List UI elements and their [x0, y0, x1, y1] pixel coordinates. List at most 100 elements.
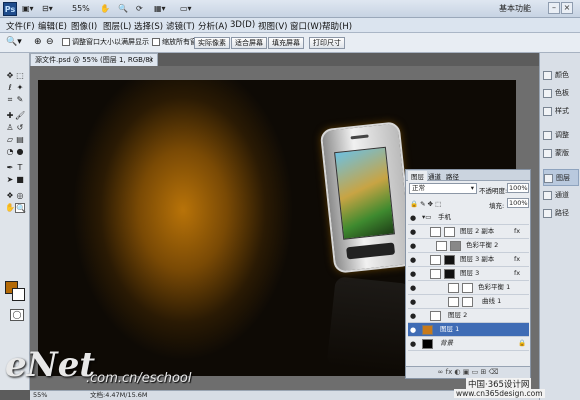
screen-mode-icon[interactable]: ▭▾	[180, 3, 192, 15]
eyedropper-icon[interactable]: ✎	[15, 95, 25, 105]
move-tool-icon[interactable]: ✥	[5, 71, 15, 81]
eye-icon[interactable]: ●	[410, 284, 418, 292]
fit-screen-button[interactable]: 适合屏幕	[231, 37, 267, 49]
tab-close-icon[interactable]: ×	[148, 54, 154, 66]
brush-tool-icon[interactable]: 🖌	[15, 111, 25, 121]
dock-color[interactable]: 颜色	[543, 67, 579, 84]
workspace-switcher[interactable]: 基本功能	[499, 3, 547, 15]
layer-row[interactable]: ● 图层 2	[408, 309, 529, 323]
menu-3d[interactable]: 3D(D)	[230, 20, 255, 30]
dock-paths[interactable]: 路径	[543, 205, 579, 222]
crop-tool-icon[interactable]: ⌗	[5, 95, 15, 105]
bridge-icon[interactable]: ▣▾	[22, 3, 34, 15]
minimize-button[interactable]: –	[548, 2, 560, 14]
zoom-tool-icon[interactable]: 🔍	[118, 3, 128, 15]
magic-wand-icon[interactable]: ✦	[15, 83, 25, 93]
hand-tool-icon[interactable]: ✋	[100, 3, 110, 15]
blend-mode-select[interactable]: 正常 ▾	[409, 183, 477, 194]
eye-icon[interactable]: ●	[410, 270, 418, 278]
eye-icon[interactable]: ●	[410, 326, 418, 334]
layer-row[interactable]: ● 图层 3 副本 fx	[408, 253, 529, 267]
eye-icon[interactable]: ●	[410, 312, 418, 320]
menu-analysis[interactable]: 分析(A)	[198, 20, 227, 32]
zoom-in-icon[interactable]: ⊕	[34, 37, 42, 48]
status-zoom[interactable]: 55%	[33, 391, 47, 400]
zoom-all-checkbox[interactable]	[152, 38, 160, 46]
history-brush-icon[interactable]: ↺	[15, 123, 25, 133]
dock-layers[interactable]: 图层	[543, 169, 579, 186]
layer-row[interactable]: ● 背景 🔒	[408, 337, 529, 351]
layer-row-selected[interactable]: ● 图层 1	[408, 323, 529, 337]
menu-edit[interactable]: 编辑(E)	[38, 20, 67, 32]
lock-icons[interactable]: 🔒 ✎ ✥ ⬚	[410, 200, 441, 208]
layer-mask-thumbnail	[444, 255, 455, 265]
quick-mask-icon[interactable]: ◯	[10, 309, 24, 321]
healing-brush-icon[interactable]: ✚	[5, 111, 15, 121]
background-color-swatch[interactable]	[12, 288, 25, 301]
layer-row[interactable]: ● 曲线 1	[408, 295, 529, 309]
menu-file[interactable]: 文件(F)	[6, 20, 35, 32]
zoom-level-display[interactable]: 55%	[72, 3, 90, 15]
paths-panel-icon	[543, 208, 552, 218]
lasso-tool-icon[interactable]: ℓ	[5, 83, 15, 93]
menu-layer[interactable]: 图层(L)	[103, 20, 131, 32]
layer-row[interactable]: ● 图层 2 副本 fx	[408, 225, 529, 239]
eye-icon[interactable]: ●	[410, 340, 418, 348]
phone-earpiece	[350, 134, 369, 140]
print-size-button[interactable]: 打印尺寸	[309, 37, 345, 49]
menu-select[interactable]: 选择(S)	[134, 20, 163, 32]
hand-tool-icon[interactable]: ✋	[5, 203, 15, 213]
layer-name: 图层 2	[448, 311, 468, 319]
dock-styles[interactable]: 样式	[543, 103, 579, 120]
zoom-tool-preset-icon[interactable]: 🔍▾	[6, 37, 22, 48]
fill-screen-button[interactable]: 填充屏幕	[268, 37, 304, 49]
opacity-input[interactable]: 100%	[507, 183, 529, 193]
menu-filter[interactable]: 滤镜(T)	[166, 20, 195, 32]
menu-image[interactable]: 图像(I)	[71, 20, 97, 32]
gradient-tool-icon[interactable]: ▤	[15, 135, 25, 145]
resize-windows-checkbox[interactable]	[62, 38, 70, 46]
shape-tool-icon[interactable]: ■	[15, 175, 25, 185]
arrange-documents-icon[interactable]: ▦▾	[154, 3, 166, 15]
fill-input[interactable]: 100%	[507, 198, 529, 208]
marquee-tool-icon[interactable]: ⬚	[15, 71, 25, 81]
close-button[interactable]: ×	[561, 2, 573, 14]
zoom-out-icon[interactable]: ⊖	[46, 37, 54, 48]
clone-stamp-icon[interactable]: ♙	[5, 123, 15, 133]
tab-paths[interactable]: 路径	[446, 171, 459, 181]
layers-footer-icons[interactable]: ∞ fx ◐ ▣ ▭ ⊞ ⌫	[406, 366, 530, 378]
dock-masks[interactable]: 蒙版	[543, 145, 579, 162]
3d-camera-icon[interactable]: ◎	[15, 191, 25, 201]
eye-icon[interactable]: ●	[410, 214, 418, 222]
layer-row[interactable]: ● 色彩平衡 1	[408, 281, 529, 295]
actual-pixels-button[interactable]: 实际像素	[194, 37, 230, 49]
layer-row[interactable]: ● 图层 3 fx	[408, 267, 529, 281]
pen-tool-icon[interactable]: ✒	[5, 163, 15, 173]
dock-swatches[interactable]: 色板	[543, 85, 579, 102]
menu-help[interactable]: 帮助(H)	[322, 20, 352, 32]
view-extras-icon[interactable]: ⊟▾	[42, 3, 53, 15]
zoom-tool-icon[interactable]: 🔍	[15, 203, 26, 213]
rotate-view-icon[interactable]: ⟳	[136, 3, 143, 15]
menu-window[interactable]: 窗口(W)	[290, 20, 322, 32]
status-doc-size: 文档:4.47M/15.6M	[90, 391, 148, 399]
tab-channels[interactable]: 通道	[428, 171, 441, 181]
layer-group-phone[interactable]: ● ▾▭ 手机	[408, 211, 529, 225]
eye-icon[interactable]: ●	[410, 228, 418, 236]
dock-adjustments[interactable]: 调整	[543, 127, 579, 144]
eye-icon[interactable]: ●	[410, 242, 418, 250]
dodge-tool-icon[interactable]: ●	[15, 147, 25, 157]
layer-thumbnail	[430, 311, 441, 321]
eye-icon[interactable]: ●	[410, 256, 418, 264]
3d-rotate-icon[interactable]: ❖	[5, 191, 15, 201]
menu-view[interactable]: 视图(V)	[258, 20, 287, 32]
tab-layers[interactable]: 图层	[408, 171, 427, 181]
blur-tool-icon[interactable]: ◔	[5, 147, 15, 157]
eraser-icon[interactable]: ▱	[5, 135, 15, 145]
dock-channels[interactable]: 通道	[543, 187, 579, 204]
path-selection-icon[interactable]: ➤	[5, 175, 15, 185]
eye-icon[interactable]: ●	[410, 298, 418, 306]
document-tab[interactable]: 源文件.psd @ 55% (图层 1, RGB/8) * ×	[30, 53, 158, 76]
type-tool-icon[interactable]: T	[15, 163, 25, 173]
layer-row[interactable]: ● 色彩平衡 2	[408, 239, 529, 253]
